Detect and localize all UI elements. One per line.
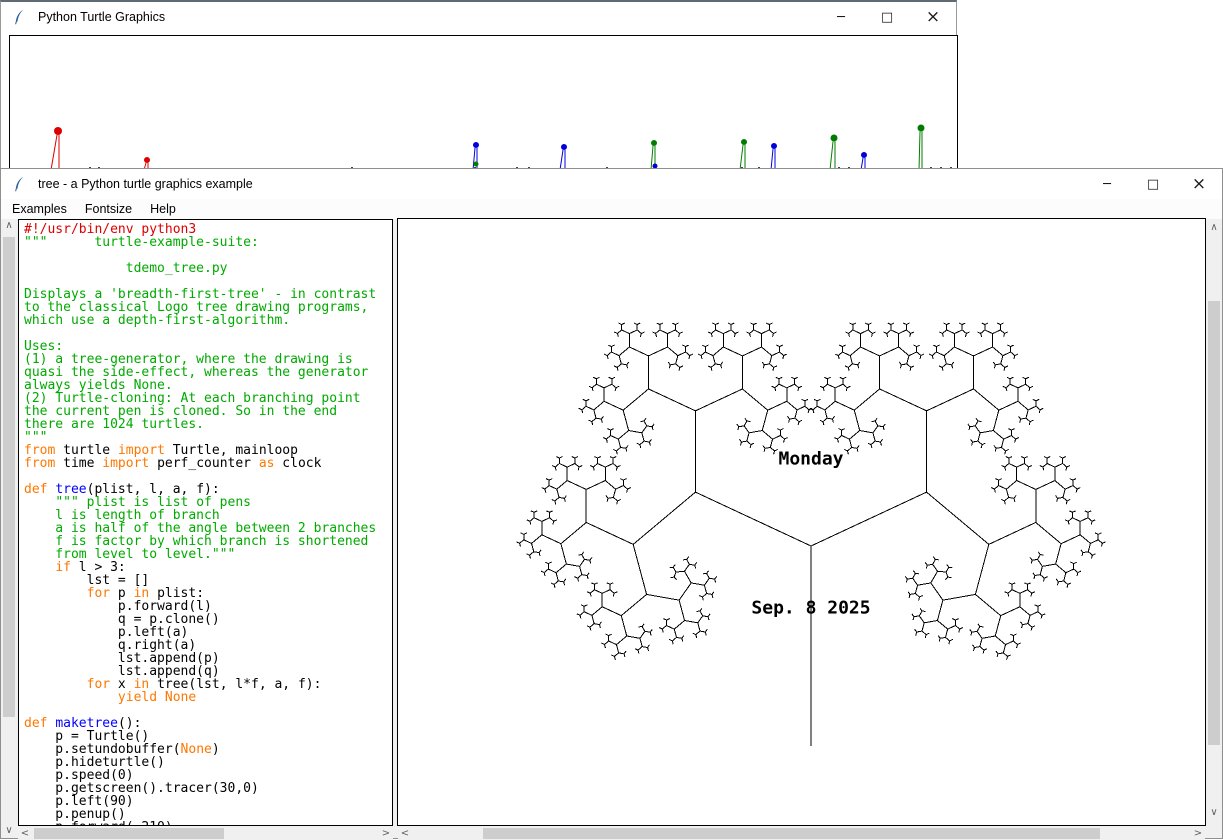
code-line: """ turtle-example-suite: (24, 236, 392, 249)
code-line (24, 327, 392, 340)
scroll-right-arrow-icon[interactable]: > (1191, 827, 1205, 840)
menu-item-examples[interactable]: Examples (3, 200, 76, 218)
code-line: tdemo_tree.py (24, 262, 392, 275)
code-vertical-scrollbar[interactable]: ∧ ∨ (1, 219, 17, 838)
fg-minimize-button[interactable]: ─ (1084, 169, 1130, 199)
scroll-left-arrow-icon[interactable]: < (398, 827, 412, 840)
fractal-tree-drawing (398, 219, 1205, 825)
code-line: p.forward(-210) (24, 821, 392, 826)
fg-maximize-button[interactable]: □ (1130, 169, 1176, 199)
menu-item-help[interactable]: Help (141, 200, 185, 218)
weekday-label: Monday (778, 449, 843, 470)
tk-feather-icon (12, 176, 28, 192)
canvas-vscroll-thumb[interactable] (1208, 301, 1220, 745)
code-line: there are 1024 turtles. (24, 418, 392, 431)
code-vscroll-thumb[interactable] (3, 237, 15, 717)
code-text: #!/usr/bin/env python3""" turtle-example… (19, 220, 392, 826)
fg-close-button[interactable]: × (1176, 169, 1222, 199)
menu-item-fontsize[interactable]: Fontsize (76, 200, 141, 218)
bg-window-title: Python Turtle Graphics (38, 10, 165, 24)
source-code-pane[interactable]: #!/usr/bin/env python3""" turtle-example… (18, 219, 393, 826)
code-line: which use a depth-first-algorithm. (24, 314, 392, 327)
bg-titlebar[interactable]: Python Turtle Graphics ─ □ × (1, 2, 956, 32)
date-label: Sep. 8 2025 (751, 598, 870, 619)
code-line: yield None (24, 691, 392, 704)
scroll-down-arrow-icon[interactable]: ∨ (1207, 806, 1221, 819)
menubar: Examples Fontsize Help (1, 199, 1222, 220)
scroll-left-arrow-icon[interactable]: < (18, 827, 32, 840)
code-hscroll-thumb[interactable] (34, 828, 224, 839)
code-line: from time import perf_counter as clock (24, 457, 392, 470)
canvas-hscroll-thumb[interactable] (483, 828, 1100, 839)
canvas-horizontal-scrollbar[interactable]: < > (398, 827, 1205, 840)
scroll-up-arrow-icon[interactable]: ∧ (1, 219, 17, 233)
code-horizontal-scrollbar[interactable]: < > (18, 827, 393, 840)
canvas-vertical-scrollbar[interactable]: ∧ ∨ (1207, 221, 1221, 819)
scroll-up-arrow-icon[interactable]: ∧ (1207, 221, 1221, 234)
fg-titlebar[interactable]: tree - a Python turtle graphics example … (1, 169, 1222, 199)
turtle-drawing-canvas: Monday Sep. 8 2025 (397, 218, 1206, 826)
scroll-right-arrow-icon[interactable]: > (379, 827, 393, 840)
bg-close-button[interactable]: × (910, 2, 956, 32)
tree-example-window: tree - a Python turtle graphics example … (0, 168, 1223, 839)
scroll-down-arrow-icon[interactable]: ∨ (1, 824, 17, 838)
fg-window-title: tree - a Python turtle graphics example (38, 177, 253, 191)
bg-maximize-button[interactable]: □ (864, 2, 910, 32)
bg-minimize-button[interactable]: ─ (818, 2, 864, 32)
tk-feather-icon (12, 9, 28, 25)
